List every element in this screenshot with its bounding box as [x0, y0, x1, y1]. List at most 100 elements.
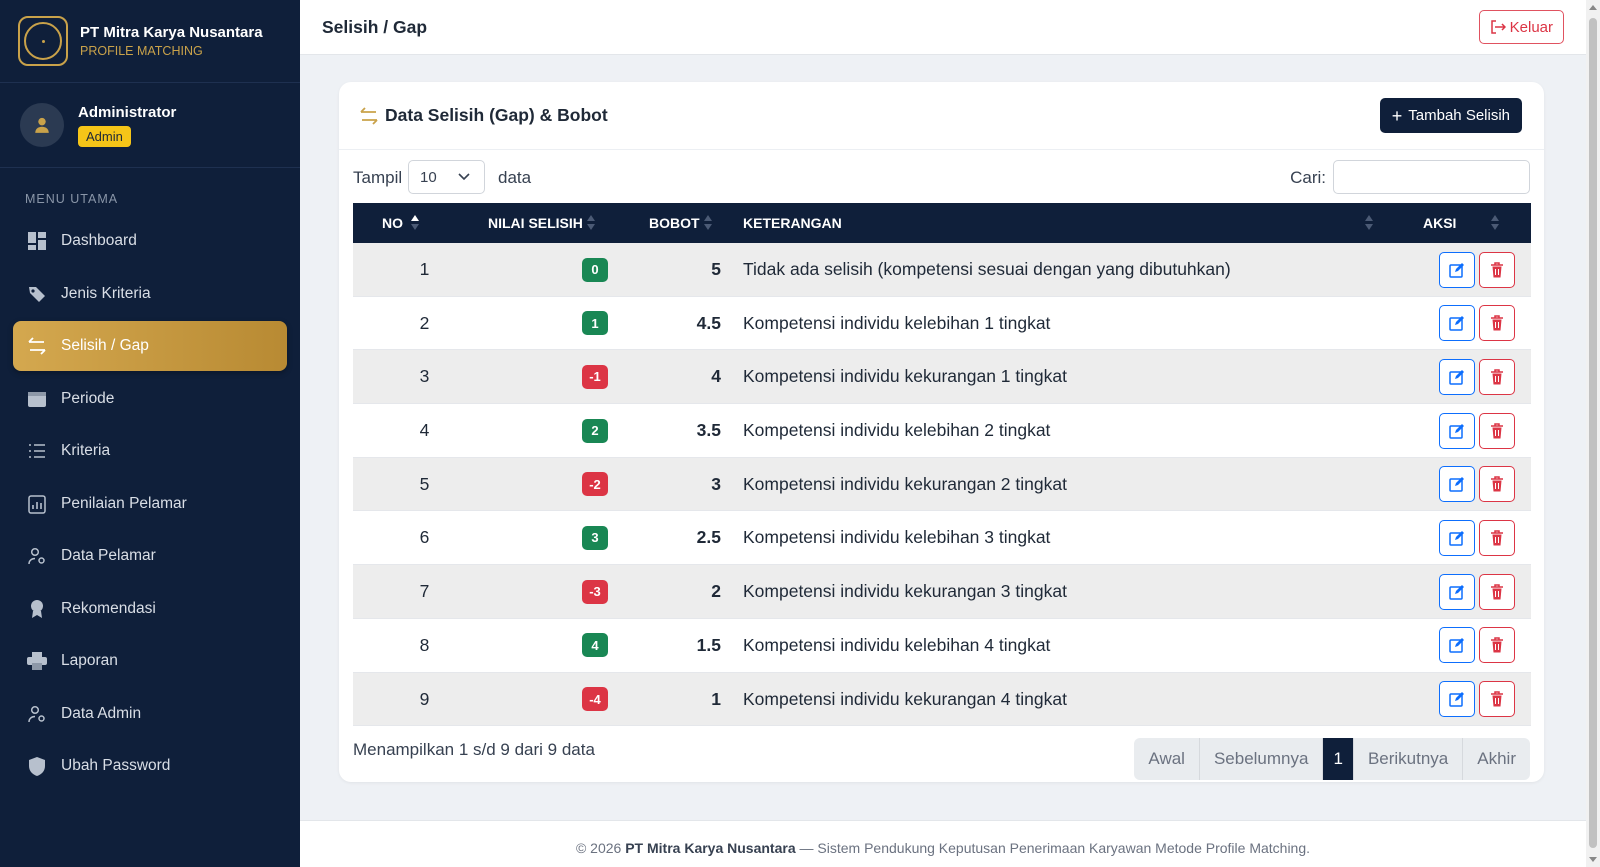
sort-icon[interactable] — [1365, 215, 1373, 231]
edit-icon — [1449, 638, 1464, 654]
edit-button[interactable] — [1439, 251, 1475, 288]
brand-subtitle: PROFILE MATCHING — [80, 44, 203, 58]
edit-button[interactable] — [1439, 519, 1475, 556]
sidebar-item-label: Periode — [61, 389, 115, 407]
trash-icon — [1491, 315, 1503, 331]
logout-button[interactable]: Keluar — [1478, 10, 1564, 44]
user-gear-icon — [27, 704, 47, 724]
sidebar-item-data-admin[interactable]: Data Admin — [13, 689, 287, 739]
edit-button[interactable] — [1439, 627, 1475, 664]
selisih-badge: 3 — [582, 525, 608, 550]
cell-keterangan: Kompetensi individu kekurangan 1 tingkat — [743, 366, 1067, 387]
sort-icon[interactable] — [411, 215, 419, 231]
chevron-down-icon — [458, 173, 470, 181]
trash-icon — [1491, 476, 1503, 492]
list-icon — [27, 441, 47, 461]
brand-name: PT Mitra Karya Nusantara — [80, 24, 263, 41]
sidebar-item-data-pelamar[interactable]: Data Pelamar — [13, 531, 287, 581]
selisih-badge: -4 — [582, 687, 608, 711]
footer-suffix: — Sistem Pendukung Keputusan Penerimaan … — [799, 840, 1311, 856]
cell-keterangan: Kompetensi individu kelebihan 1 tingkat — [743, 312, 1051, 333]
edit-button[interactable] — [1439, 573, 1475, 610]
edit-button[interactable] — [1439, 681, 1475, 717]
page-scrollbar[interactable] — [1586, 0, 1600, 867]
sidebar-item-label: Kriteria — [61, 442, 111, 459]
logout-icon — [1490, 20, 1506, 34]
edit-button[interactable] — [1439, 305, 1475, 342]
trash-icon — [1491, 422, 1503, 439]
selisih-badge: 4 — [582, 633, 608, 658]
cell-keterangan: Kompetensi individu kelebihan 4 tingkat — [743, 634, 1051, 655]
th-keterangan[interactable]: KETERANGAN — [743, 203, 842, 243]
cell-keterangan: Kompetensi individu kekurangan 3 tingkat — [743, 581, 1067, 602]
add-selisih-button[interactable]: + Tambah Selisih — [1379, 98, 1522, 133]
cell-aksi — [1423, 243, 1531, 296]
delete-button[interactable] — [1479, 466, 1515, 503]
edit-button[interactable] — [1439, 466, 1475, 503]
cell-keterangan: Kompetensi individu kekurangan 4 tingkat — [743, 688, 1067, 709]
cell-bobot: 4.5 — [696, 312, 721, 333]
card-title: Data Selisih (Gap) & Bobot — [385, 105, 608, 125]
sort-icon[interactable] — [704, 215, 712, 231]
table-row: 6 3 2.5 Kompetensi individu kelebihan 3 tin… — [353, 511, 1531, 566]
page-last[interactable]: Akhir — [1463, 738, 1530, 780]
brand[interactable]: PT Mitra Karya Nusantara PROFILE MATCHIN… — [0, 0, 300, 83]
footer-prefix: © 2026 — [575, 840, 622, 856]
trash-icon — [1491, 530, 1503, 546]
edit-button[interactable] — [1439, 412, 1475, 449]
sort-icon[interactable] — [587, 215, 595, 231]
delete-button[interactable] — [1479, 412, 1515, 449]
cell-keterangan: Tidak ada selisih (kompetensi sesuai den… — [743, 259, 1231, 279]
sidebar-item-laporan[interactable]: Laporan — [13, 636, 287, 686]
sidebar-item-jenis-kriteria[interactable]: Jenis Kriteria — [13, 269, 287, 319]
cell-no: 3 — [419, 366, 430, 387]
sidebar-item-label: Laporan — [61, 652, 118, 669]
delete-button[interactable] — [1479, 573, 1515, 610]
selisih-badge: 1 — [582, 311, 608, 336]
sidebar-item-rekomendasi[interactable]: Rekomendasi — [13, 584, 287, 634]
page-next[interactable]: Berikutnya — [1353, 738, 1464, 780]
user-panel: Administrator Admin — [0, 83, 300, 168]
sidebar-item-periode[interactable]: Periode — [13, 374, 287, 424]
cell-bobot: 4 — [711, 366, 721, 387]
printer-icon — [27, 651, 47, 671]
arrows-exchange-icon — [360, 106, 378, 125]
delete-button[interactable] — [1479, 681, 1515, 717]
sidebar-item-dashboard[interactable]: Dashboard — [13, 216, 287, 266]
trash-icon — [1491, 637, 1503, 653]
th-nilai-selisih[interactable]: NILAI SELISIH — [488, 203, 583, 243]
sidebar-item-label: Dashboard — [61, 232, 137, 249]
search-input[interactable] — [1333, 160, 1530, 194]
page-first[interactable]: Awal — [1134, 738, 1200, 780]
table-body: 1 0 5 Tidak ada selisih (kompetensi sesuai … — [353, 243, 1531, 727]
logout-label: Keluar — [1509, 18, 1553, 36]
edit-button[interactable] — [1439, 358, 1475, 395]
user-icon — [35, 117, 49, 133]
topbar: Selisih / Gap Keluar — [300, 0, 1586, 55]
cell-aksi — [1423, 297, 1531, 350]
trash-icon — [1491, 583, 1503, 600]
delete-button[interactable] — [1479, 305, 1515, 342]
delete-button[interactable] — [1479, 519, 1515, 556]
arrows-exchange-icon — [27, 336, 47, 356]
cell-no: 4 — [419, 420, 430, 441]
page-prev[interactable]: Sebelumnya — [1199, 738, 1324, 780]
edit-icon — [1449, 530, 1464, 546]
page-current[interactable]: 1 — [1323, 738, 1354, 780]
page-length-select[interactable]: 10 — [408, 160, 485, 194]
sidebar-item-penilaian-pelamar[interactable]: Penilaian Pelamar — [13, 479, 287, 529]
calendar-icon — [27, 389, 47, 409]
sidebar-item-selisih-gap[interactable]: Selisih / Gap — [13, 321, 287, 371]
delete-button[interactable] — [1479, 627, 1515, 664]
th-bobot[interactable]: BOBOT — [649, 203, 700, 243]
cell-nilai-selisih: 2 — [496, 404, 608, 457]
delete-button[interactable] — [1479, 251, 1515, 288]
th-no[interactable]: NO — [382, 203, 403, 243]
sidebar-item-label: Data Admin — [61, 704, 142, 722]
delete-button[interactable] — [1479, 358, 1515, 395]
cell-nilai-selisih: 1 — [496, 297, 608, 350]
sidebar-item-ubah-password[interactable]: Ubah Password — [13, 741, 287, 791]
table-header: NO NILAI SELISIH BOBOT KETERANGAN AKSI — [353, 203, 1531, 243]
data-label: data — [498, 168, 532, 187]
sidebar-item-kriteria[interactable]: Kriteria — [13, 426, 287, 476]
